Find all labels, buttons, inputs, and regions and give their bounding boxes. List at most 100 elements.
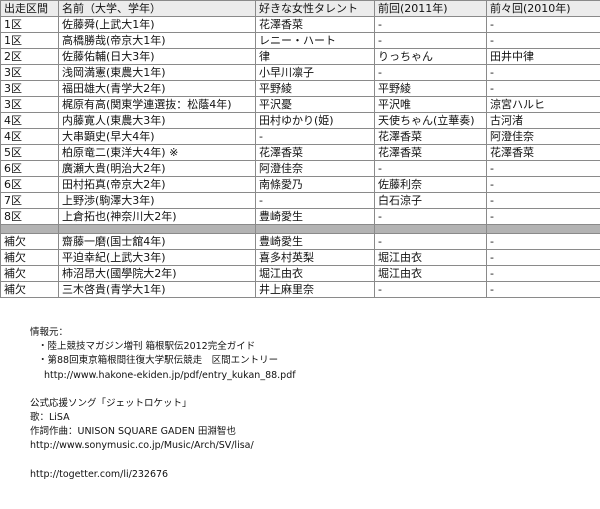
cell-section: 補欠 bbox=[0, 233, 59, 250]
cell-prior-2010: 阿澄佳奈 bbox=[486, 128, 600, 145]
table-row: 6区 田村拓真(帝京大2年) 南條愛乃 佐藤利奈 - bbox=[0, 176, 600, 193]
cell-section: 3区 bbox=[0, 64, 59, 81]
header-previous-2011: 前回(2011年) bbox=[374, 0, 487, 17]
source-entry-link[interactable]: http://www.hakone-ekiden.jp/pdf/entry_ku… bbox=[30, 369, 296, 383]
table-row: 補欠 齋藤一磨(国士舘4年) 豊崎愛生 - - bbox=[0, 233, 600, 250]
table-row: 3区 浅岡満憲(東農大1年) 小早川凛子 - - bbox=[0, 64, 600, 81]
song-singer: 歌：LiSA bbox=[30, 412, 70, 424]
cell-name: 齋藤一磨(国士舘4年) bbox=[58, 233, 256, 250]
cell-previous-2011: 堀江由衣 bbox=[374, 265, 487, 282]
cell-previous-2011: - bbox=[374, 208, 487, 225]
source-item-magazine: ・陸上競技マガジン増刊 箱根駅伝2012完全ガイド bbox=[38, 341, 256, 353]
cell-name: 内藤寛人(東農大3年) bbox=[58, 112, 256, 129]
cell-name: 上野渉(駒澤大3年) bbox=[58, 192, 256, 209]
cell-name: 平迫幸紀(上武大3年) bbox=[58, 249, 256, 266]
entry-table: 出走区間 名前（大学、学年） 好きな女性タレント 前回(2011年) 前々回(2… bbox=[0, 0, 600, 298]
table-body: 1区 佐藤舜(上武大1年) 花澤香菜 - -1区 高橋勝哉(帝京大1年) レニー・ハート - -… bbox=[0, 16, 600, 298]
cell-previous-2011: 花澤香菜 bbox=[374, 144, 487, 161]
cell-favorite-talent: 南條愛乃 bbox=[255, 176, 375, 193]
cell-section: 6区 bbox=[0, 176, 59, 193]
cell-name: 田村拓真(帝京大2年) bbox=[58, 176, 256, 193]
cell-name: 大串顕史(早大4年) bbox=[58, 128, 256, 145]
cell-section: 7区 bbox=[0, 192, 59, 209]
cell-name: 上倉拓也(神奈川大2年) bbox=[58, 208, 256, 225]
cell-previous-2011: 堀江由衣 bbox=[374, 249, 487, 266]
table-header-row: 出走区間 名前（大学、学年） 好きな女性タレント 前回(2011年) 前々回(2… bbox=[0, 0, 600, 17]
cell-section: 1区 bbox=[0, 32, 59, 49]
cell-prior-2010: - bbox=[486, 208, 600, 225]
table-row: 7区 上野渉(駒澤大3年) - 白石涼子 - bbox=[0, 192, 600, 209]
table-row: 2区 佐藤佑輔(日大3年) 律りっちゃん 田井中律 bbox=[0, 48, 600, 65]
song-heading: 公式応援ソング「ジェットロケット」 bbox=[30, 397, 192, 409]
table-row: 補欠 三木啓貴(青学大1年) 井上麻里奈 - - bbox=[0, 281, 600, 298]
cell-prior-2010: - bbox=[486, 265, 600, 282]
cell-name: 佐藤舜(上武大1年) bbox=[58, 16, 256, 33]
cell-name: 浅岡満憲(東農大1年) bbox=[58, 64, 256, 81]
cell-favorite-talent: 豊崎愛生 bbox=[255, 208, 375, 225]
table-row: 5区 柏原竜二(東洋大4年) ※ 花澤香菜 花澤香菜 花澤香菜 bbox=[0, 144, 600, 161]
notes-section: 情報元： ・陸上競技マガジン増刊 箱根駅伝2012完全ガイド ・第88回東京箱根… bbox=[30, 326, 296, 482]
cell-prior-2010: - bbox=[486, 233, 600, 250]
cell-previous-2011: - bbox=[374, 233, 487, 250]
cell-name: 梶原有高(関東学連選抜：松蔭4年) bbox=[58, 96, 256, 113]
table-row: 8区 上倉拓也(神奈川大2年) 豊崎愛生 - - bbox=[0, 208, 600, 225]
header-section: 出走区間 bbox=[0, 0, 59, 17]
cell-prior-2010: - bbox=[486, 249, 600, 266]
cell-previous-2011: - bbox=[374, 64, 487, 81]
cell-favorite-talent: 田村ゆかり(姫) bbox=[255, 112, 375, 129]
song-link[interactable]: http://www.sonymusic.co.jp/Music/Arch/SV… bbox=[30, 439, 296, 453]
source-item-entry-list: ・第88回東京箱根間往復大学駅伝競走 区間エントリー bbox=[38, 355, 279, 367]
cell-name: 福田雄大(青学大2年) bbox=[58, 80, 256, 97]
song-composer: 作詞作曲：UNISON SQUARE GADEN 田淵智也 bbox=[30, 426, 236, 438]
cell-prior-2010: - bbox=[486, 80, 600, 97]
cell-favorite-talent: 花澤香菜 bbox=[255, 144, 375, 161]
cell-prior-2010: 涼宮ハルヒ bbox=[486, 96, 600, 113]
cell-name: 三木啓貴(青学大1年) bbox=[58, 281, 256, 298]
header-prior-2010: 前々回(2010年) bbox=[486, 0, 600, 17]
reserves-divider bbox=[0, 224, 600, 234]
cell-section: 2区 bbox=[0, 48, 59, 65]
cell-previous-2011: 天使ちゃん(立華奏) bbox=[374, 112, 487, 129]
cell-previous-2011: 平野綾 bbox=[374, 80, 487, 97]
table-row: 補欠 柿沼昂大(國學院大2年) 堀江由衣 堀江由衣 - bbox=[0, 265, 600, 282]
cell-previous-2011: 白石涼子 bbox=[374, 192, 487, 209]
cell-previous-2011: - bbox=[374, 281, 487, 298]
cell-favorite-talent: レニー・ハート bbox=[255, 32, 375, 49]
cell-favorite-talent: 平野綾 bbox=[255, 80, 375, 97]
table-row: 補欠 平迫幸紀(上武大3年) 喜多村英梨 堀江由衣 - bbox=[0, 249, 600, 266]
cell-section: 8区 bbox=[0, 208, 59, 225]
cell-favorite-talent: - bbox=[255, 128, 375, 145]
table-row: 6区 廣瀬大貴(明治大2年) 阿澄佳奈 - - bbox=[0, 160, 600, 177]
cell-section: 6区 bbox=[0, 160, 59, 177]
cell-prior-2010: - bbox=[486, 192, 600, 209]
cell-previous-2011: - bbox=[374, 160, 487, 177]
cell-favorite-talent: 豊崎愛生 bbox=[255, 233, 375, 250]
header-favorite-talent: 好きな女性タレント bbox=[255, 0, 375, 17]
cell-section: 4区 bbox=[0, 112, 59, 129]
cell-previous-2011: - bbox=[374, 16, 487, 33]
cell-prior-2010: - bbox=[486, 176, 600, 193]
cell-favorite-talent: 堀江由衣 bbox=[255, 265, 375, 282]
cell-previous-2011: 花澤香菜 bbox=[374, 128, 487, 145]
togetter-link[interactable]: http://togetter.com/li/232676 bbox=[30, 468, 296, 482]
cell-name: 佐藤佑輔(日大3年) bbox=[58, 48, 256, 65]
table-row: 1区 佐藤舜(上武大1年) 花澤香菜 - - bbox=[0, 16, 600, 33]
cell-prior-2010: 花澤香菜 bbox=[486, 144, 600, 161]
cell-favorite-talent: 喜多村英梨 bbox=[255, 249, 375, 266]
cell-prior-2010: - bbox=[486, 160, 600, 177]
cell-previous-2011: 佐藤利奈 bbox=[374, 176, 487, 193]
cell-section: 4区 bbox=[0, 128, 59, 145]
cell-favorite-talent: 小早川凛子 bbox=[255, 64, 375, 81]
cell-section: 補欠 bbox=[0, 281, 59, 298]
cell-favorite-talent: 平沢憂 bbox=[255, 96, 375, 113]
cell-prior-2010: - bbox=[486, 16, 600, 33]
source-heading: 情報元： bbox=[30, 327, 69, 338]
cell-prior-2010: - bbox=[486, 281, 600, 298]
table-row: 1区 高橋勝哉(帝京大1年) レニー・ハート - - bbox=[0, 32, 600, 49]
cell-favorite-talent: 阿澄佳奈 bbox=[255, 160, 375, 177]
cell-previous-2011: - bbox=[374, 32, 487, 49]
cell-section: 3区 bbox=[0, 96, 59, 113]
cell-section: 補欠 bbox=[0, 249, 59, 266]
table-row: 4区 大串顕史(早大4年) - 花澤香菜 阿澄佳奈 bbox=[0, 128, 600, 145]
header-name: 名前（大学、学年） bbox=[58, 0, 256, 17]
